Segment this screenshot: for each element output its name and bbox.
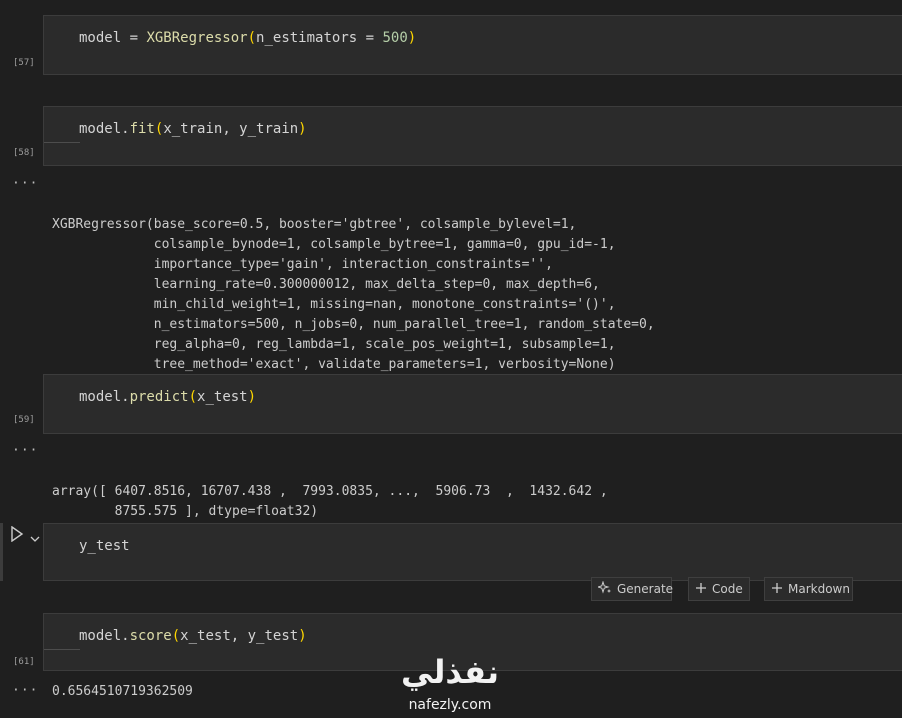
cell-code[interactable]: model.fit(x_train, y_train) (79, 121, 307, 137)
code-cell-57[interactable]: model = XGBRegressor(n_estimators = 500) (43, 15, 902, 75)
run-icon[interactable] (10, 525, 24, 546)
watermark-url: nafezly.com (408, 697, 492, 713)
cell-code[interactable]: y_test (79, 538, 130, 554)
cell-code[interactable]: model.score(x_test, y_test) (79, 628, 307, 644)
active-cell-indicator (0, 523, 3, 581)
generate-label: Generate (617, 582, 674, 596)
output-menu-icon[interactable]: ··· (12, 176, 38, 191)
plus-icon (771, 582, 783, 597)
add-markdown-button[interactable]: Markdown (764, 577, 853, 601)
execution-count: [57] (13, 58, 35, 68)
cell-output-fit: XGBRegressor(base_score=0.5, booster='gb… (52, 217, 655, 372)
output-menu-icon[interactable]: ··· (12, 683, 38, 698)
execution-count: [59] (13, 415, 35, 425)
execution-count: [61] (13, 657, 35, 667)
sparkle-icon (596, 579, 612, 598)
cell-output-score: 0.6564510719362509 (52, 684, 193, 699)
cell-divider (44, 142, 80, 143)
code-cell-active[interactable]: y_test (43, 523, 902, 581)
cell-code[interactable]: model.predict(x_test) (79, 389, 256, 405)
execution-count: [58] (13, 148, 35, 158)
code-cell-59[interactable]: model.predict(x_test) (43, 374, 902, 434)
generate-button[interactable]: Generate (591, 577, 674, 601)
cell-divider (44, 649, 80, 650)
markdown-label: Markdown (788, 582, 850, 596)
chevron-down-icon[interactable] (30, 528, 40, 547)
code-label: Code (712, 582, 743, 596)
plus-icon (695, 582, 707, 597)
code-cell-58[interactable]: model.fit(x_train, y_train) (43, 106, 902, 166)
output-menu-icon[interactable]: ··· (12, 443, 38, 458)
watermark-logo: نفذلي nafezly.com (396, 653, 504, 717)
cell-code[interactable]: model = XGBRegressor(n_estimators = 500) (79, 30, 416, 46)
add-code-button[interactable]: Code (688, 577, 750, 601)
watermark-arabic: نفذلي (401, 653, 499, 691)
